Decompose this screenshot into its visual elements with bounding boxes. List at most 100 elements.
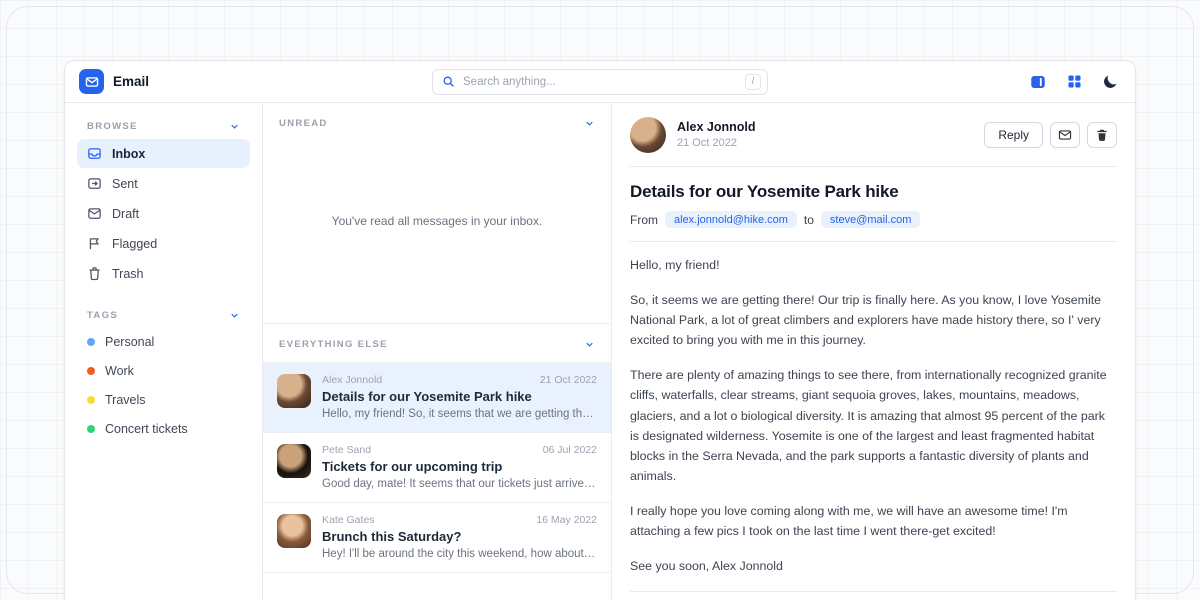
main-columns: Browse Inbox Sent (65, 103, 1135, 600)
sidebar-item-label: Inbox (112, 147, 145, 161)
body-paragraph: See you soon, Alex Jonnold (630, 556, 1117, 576)
mail-date: 06 Jul 2022 (543, 444, 597, 456)
tag-item-work[interactable]: Work (77, 357, 250, 385)
tag-color-dot (87, 338, 95, 346)
inbox-icon (87, 146, 102, 161)
detail-sender-name: Alex Jonnold (677, 119, 755, 136)
panel-toggle-icon[interactable] (1027, 71, 1049, 93)
to-email-chip[interactable]: steve@mail.com (821, 211, 920, 228)
sidebar-item-inbox[interactable]: Inbox (77, 139, 250, 168)
envelope-icon (1058, 128, 1072, 142)
flag-icon (87, 236, 102, 251)
from-label: From (630, 213, 658, 227)
mail-list-item[interactable]: Pete Sand 06 Jul 2022 Tickets for our up… (263, 432, 611, 502)
sidebar: Browse Inbox Sent (65, 103, 262, 600)
search-icon (442, 75, 455, 88)
mail-detail-pane: Alex Jonnold 21 Oct 2022 Reply (612, 103, 1135, 600)
mail-sender: Pete Sand (322, 444, 371, 456)
app-title: Email (113, 74, 149, 89)
mail-list-item[interactable]: Kate Gates 16 May 2022 Brunch this Satur… (263, 502, 611, 573)
sender-avatar (277, 514, 311, 548)
body-paragraph: I really hope you love coming along with… (630, 501, 1117, 541)
chevron-down-icon (584, 118, 595, 129)
tag-label: Work (105, 364, 134, 378)
mail-sender: Alex Jonnold (322, 374, 382, 386)
mail-preview: Hey! I'll be around the city this weeken… (322, 548, 597, 560)
mail-item-content: Pete Sand 06 Jul 2022 Tickets for our up… (322, 444, 597, 490)
detail-sender-avatar (630, 117, 666, 153)
mark-unread-button[interactable] (1050, 122, 1080, 148)
browse-section-header[interactable]: Browse (77, 113, 250, 139)
everything-else-section-header[interactable]: Everything else (263, 323, 611, 362)
sidebar-item-label: Sent (112, 177, 138, 191)
tags-section-label: Tags (87, 310, 118, 321)
sidebar-item-sent[interactable]: Sent (77, 169, 250, 198)
everything-else-label: Everything else (279, 339, 388, 350)
tag-item-concert-tickets[interactable]: Concert tickets (77, 415, 250, 443)
sidebar-item-label: Draft (112, 207, 139, 221)
detail-date: 21 Oct 2022 (677, 136, 755, 151)
sender-avatar (277, 374, 311, 408)
mail-date: 16 May 2022 (536, 514, 597, 526)
tag-label: Travels (105, 393, 146, 407)
tags-section: Tags Personal Work Travels (77, 302, 250, 443)
mail-list-column: Unread You've read all messages in your … (262, 103, 612, 600)
chevron-down-icon (229, 121, 240, 132)
search-input[interactable] (463, 76, 737, 88)
tag-label: Concert tickets (105, 422, 188, 436)
mail-preview: Hello, my friend! So, it seems that we a… (322, 408, 597, 420)
send-icon (87, 176, 102, 191)
mail-item-content: Kate Gates 16 May 2022 Brunch this Satur… (322, 514, 597, 560)
tag-label: Personal (105, 335, 154, 349)
detail-header: Alex Jonnold 21 Oct 2022 Reply (630, 117, 1117, 153)
email-logo-icon (79, 69, 104, 94)
body-paragraph: Hello, my friend! (630, 255, 1117, 275)
unread-empty-state: You've read all messages in your inbox. (263, 141, 611, 301)
to-label: to (804, 213, 814, 227)
sidebar-item-flagged[interactable]: Flagged (77, 229, 250, 258)
chevron-down-icon (229, 310, 240, 321)
unread-section-header[interactable]: Unread (263, 103, 611, 141)
sender-avatar (277, 444, 311, 478)
dark-mode-moon-icon[interactable] (1099, 71, 1121, 93)
search-box[interactable]: / (432, 69, 768, 95)
body-paragraph: So, it seems we are getting there! Our t… (630, 290, 1117, 350)
from-email-chip[interactable]: alex.jonnold@hike.com (665, 211, 797, 228)
header-actions (791, 71, 1121, 93)
tag-color-dot (87, 396, 95, 404)
sidebar-item-draft[interactable]: Draft (77, 199, 250, 228)
message-body: Hello, my friend! So, it seems we are ge… (630, 255, 1117, 576)
mail-subject: Tickets for our upcoming trip (322, 459, 597, 474)
chevron-down-icon (584, 339, 595, 350)
tag-color-dot (87, 367, 95, 375)
mail-list-item[interactable]: Alex Jonnold 21 Oct 2022 Details for our… (263, 362, 611, 432)
brand: Email (79, 69, 409, 94)
body-paragraph: There are plenty of amazing things to se… (630, 365, 1117, 486)
draft-icon (87, 206, 102, 221)
sidebar-item-label: Flagged (112, 237, 157, 251)
detail-subject: Details for our Yosemite Park hike (630, 182, 1117, 202)
browse-section-label: Browse (87, 121, 138, 132)
divider (630, 591, 1117, 592)
search-shortcut-key: / (745, 74, 761, 90)
app-header: Email / (65, 61, 1135, 103)
divider (630, 166, 1117, 167)
mail-date: 21 Oct 2022 (540, 374, 597, 386)
detail-meta-row: From alex.jonnold@hike.com to steve@mail… (630, 211, 1117, 228)
apps-grid-icon[interactable] (1063, 71, 1085, 93)
email-app-window: Email / (64, 60, 1136, 600)
tag-item-personal[interactable]: Personal (77, 328, 250, 356)
tag-item-travels[interactable]: Travels (77, 386, 250, 414)
mail-preview: Good day, mate! It seems that our ticket… (322, 478, 597, 490)
delete-button[interactable] (1087, 122, 1117, 148)
search-zone: / (419, 69, 781, 95)
mail-subject: Brunch this Saturday? (322, 529, 597, 544)
unread-section-label: Unread (279, 118, 328, 129)
trash-icon (87, 266, 102, 281)
tag-color-dot (87, 425, 95, 433)
reply-button[interactable]: Reply (984, 122, 1043, 148)
sidebar-item-label: Trash (112, 267, 144, 281)
trash-icon (1095, 128, 1109, 142)
tags-section-header[interactable]: Tags (77, 302, 250, 328)
sidebar-item-trash[interactable]: Trash (77, 259, 250, 288)
